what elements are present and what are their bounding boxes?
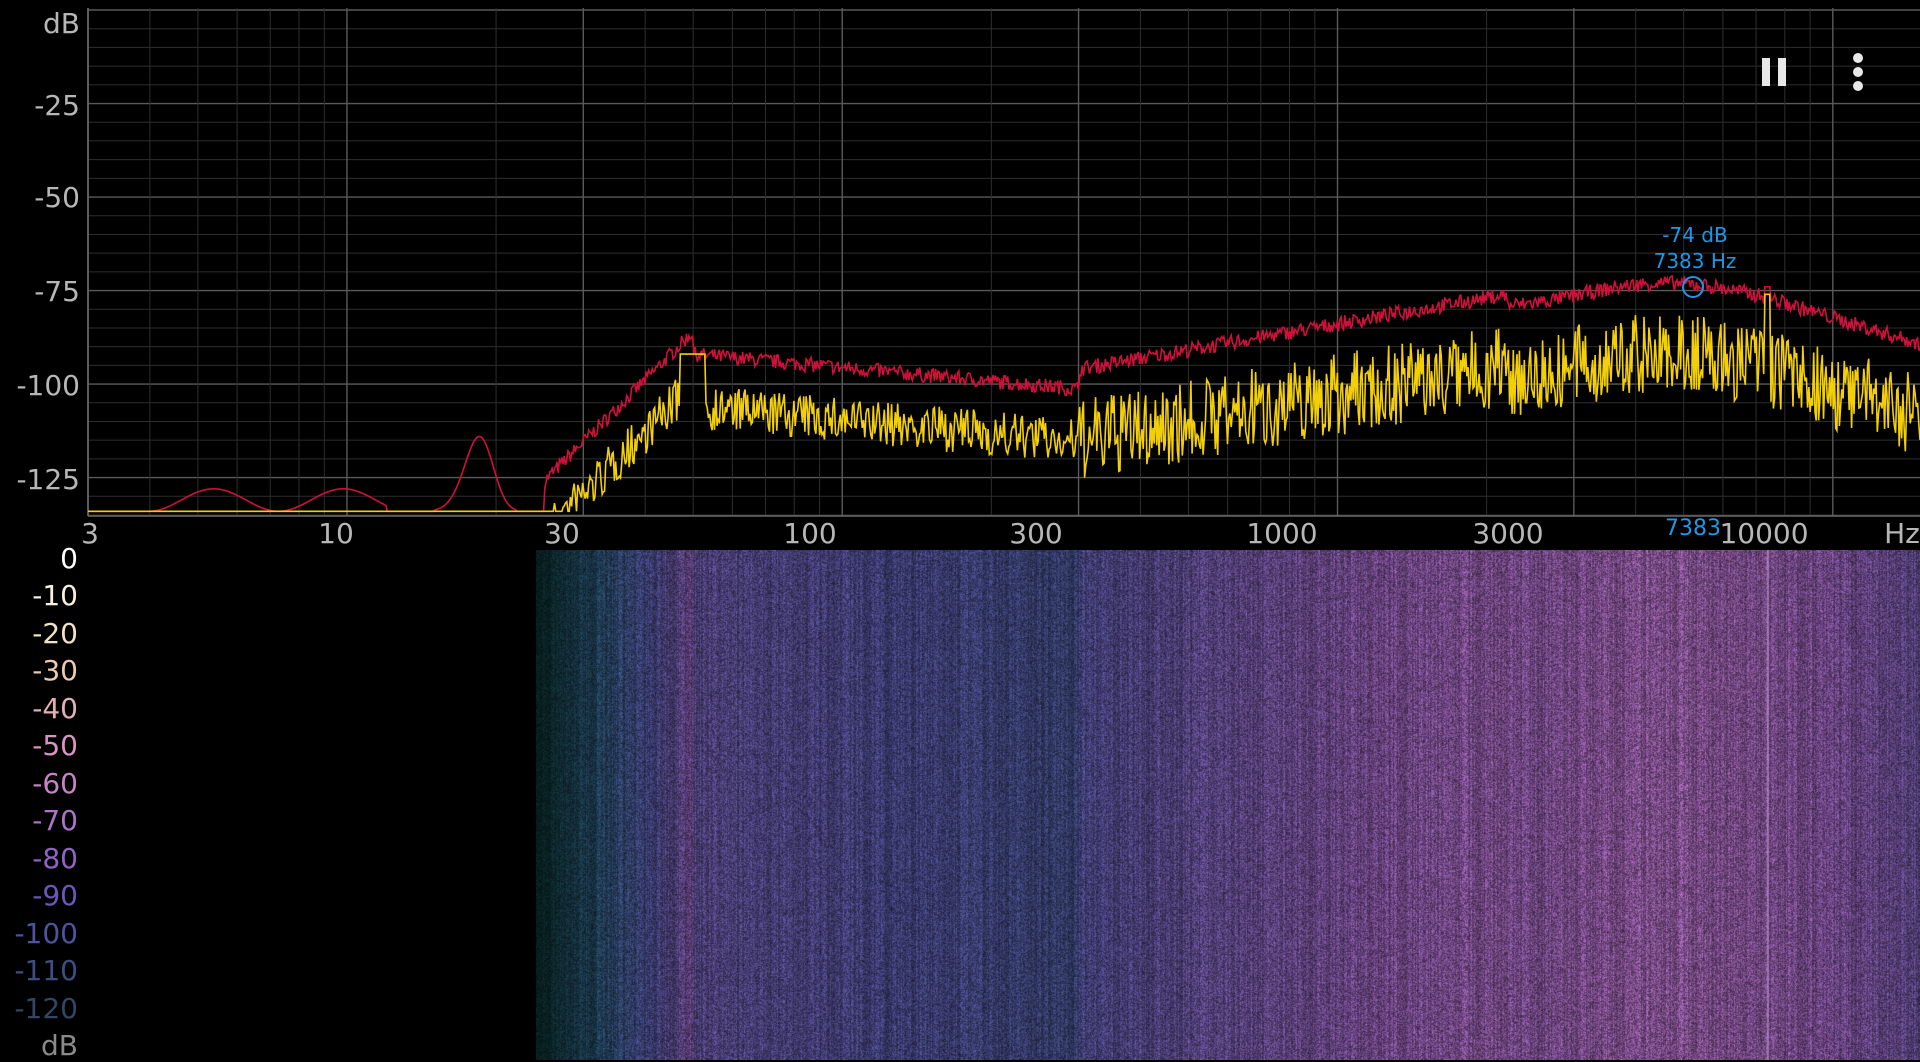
colorbar-tick: -10 bbox=[32, 579, 78, 612]
peak-db-label: -74 dB bbox=[1662, 223, 1728, 247]
x-tick-label: 300 bbox=[1009, 517, 1063, 550]
peak-readout: -74 dB 7383 Hz bbox=[1650, 222, 1740, 274]
y-tick-label: -50 bbox=[34, 181, 80, 214]
peak-freq-label: 7383 Hz bbox=[1653, 249, 1737, 273]
spectrum-chart[interactable] bbox=[0, 0, 1920, 550]
x-axis-unit: Hz bbox=[1884, 517, 1920, 550]
spectrum-grid bbox=[87, 8, 1920, 517]
colorbar-tick: -110 bbox=[14, 954, 78, 987]
peak-hold-line bbox=[88, 274, 1920, 513]
y-tick-label: -75 bbox=[34, 275, 80, 308]
colorbar-tick: -70 bbox=[32, 804, 78, 837]
colorbar-tick: -60 bbox=[32, 767, 78, 800]
peak-marker-circle bbox=[1682, 276, 1704, 298]
colorbar-tick: -50 bbox=[32, 729, 78, 762]
colorbar-tick: -30 bbox=[32, 654, 78, 687]
pause-button[interactable] bbox=[1752, 48, 1796, 96]
x-tick-label: 10000 bbox=[1719, 517, 1809, 550]
spectrogram[interactable] bbox=[0, 550, 1920, 1060]
x-tick-label: 100 bbox=[783, 517, 837, 550]
more-vert-icon bbox=[1853, 53, 1863, 91]
y-tick-label: -125 bbox=[16, 463, 80, 496]
x-tick-label: 3 bbox=[81, 517, 99, 550]
pause-icon bbox=[1762, 58, 1786, 86]
peak-freq-axis-label: 7383 bbox=[1665, 516, 1721, 541]
colorbar-unit: dB bbox=[41, 1029, 78, 1062]
colorbar-tick: -120 bbox=[14, 992, 78, 1025]
y-tick-label: -100 bbox=[16, 369, 80, 402]
colorbar-tick: -100 bbox=[14, 917, 78, 950]
more-options-button[interactable] bbox=[1836, 48, 1880, 96]
x-tick-label: 10 bbox=[318, 517, 354, 550]
x-tick-label: 30 bbox=[544, 517, 580, 550]
x-tick-label: 1000 bbox=[1246, 517, 1318, 550]
x-tick-label: 3000 bbox=[1472, 517, 1544, 550]
colorbar-tick: -90 bbox=[32, 879, 78, 912]
y-tick-label: -25 bbox=[34, 89, 80, 122]
colorbar-tick: -20 bbox=[32, 617, 78, 650]
colorbar-tick: -80 bbox=[32, 842, 78, 875]
toolbar bbox=[1752, 48, 1880, 96]
colorbar-tick: -40 bbox=[32, 692, 78, 725]
colorbar-tick: 0 bbox=[60, 542, 78, 575]
y-axis-unit: dB bbox=[43, 7, 80, 40]
